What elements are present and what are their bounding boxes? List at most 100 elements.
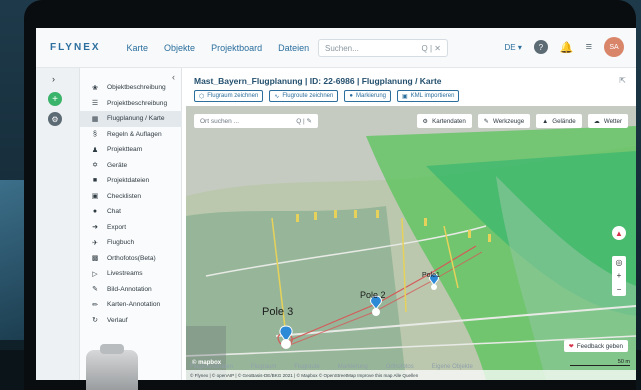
zoom-out-icon[interactable]: − — [617, 285, 622, 294]
import-icon: ▣ — [402, 93, 408, 100]
zoom-control[interactable]: ◎ + − — [612, 256, 626, 296]
button-label: Kartendaten — [432, 117, 466, 125]
top-right-actions: DE ▾ ? 🔔 ≡ SA — [505, 37, 624, 57]
left-rail: › + ⚙ — [36, 68, 80, 380]
map-attribution[interactable]: © Flynex | © openAIP | © GeoBasis-DE/BKG… — [186, 370, 636, 380]
history-icon: ↻ — [92, 317, 98, 325]
map-layers — [186, 106, 636, 380]
sidebar-item-bild-annotation[interactable]: ✎ Bild-Annotation — [80, 282, 182, 298]
sidebar-item-orthofotos[interactable]: ▩ Orthofotos(Beta) — [80, 251, 182, 267]
image-annotation-icon: ✎ — [92, 286, 98, 294]
expand-icon[interactable]: ⇱ — [619, 76, 626, 85]
sidebar-item-projektdateien[interactable]: ■ Projektdateien — [80, 173, 182, 189]
compass-icon[interactable]: ▲ — [612, 226, 626, 240]
tab-flugraum[interactable]: Flugraum — [251, 364, 276, 370]
sidebar-item-flugplanung[interactable]: ▦ Flugplanung / Karte — [80, 111, 182, 127]
polygon-icon: ⬡ — [199, 93, 205, 100]
import-kml-button[interactable]: ▣ KML importieren — [397, 90, 460, 102]
nav-link-objekte[interactable]: Objekte — [164, 43, 195, 53]
app-logo[interactable]: FLYNEX — [50, 42, 101, 53]
map-toolbar: ⬡ Flugraum zeichnen ∿ Flugroute zeichnen ●… — [194, 90, 460, 102]
sidebar-item-projektbeschreibung[interactable]: ☰ Projektbeschreibung — [80, 96, 182, 112]
tab-markierung[interactable]: Markierung — [338, 364, 368, 370]
chevron-right-icon[interactable]: › — [52, 74, 55, 84]
search-icon[interactable]: Q | ✕ — [422, 44, 441, 53]
nav-link-projektboard[interactable]: Projektboard — [211, 43, 262, 53]
sidebar-item-label: Flugplanung / Karte — [107, 115, 165, 123]
sidebar-item-label: Flugbuch — [107, 239, 135, 247]
gear-icon[interactable]: ⚙ — [48, 112, 62, 126]
pin-icon: ● — [349, 93, 353, 99]
search-icon[interactable]: Q | ✎ — [296, 117, 312, 125]
language-select[interactable]: DE ▾ — [505, 43, 522, 52]
sidebar-item-projektteam[interactable]: ♟ Projektteam — [80, 142, 182, 158]
map-control-buttons: ⚙ Kartendaten ✎ Werkzeuge ▲ Gelände ☁ Wetter — [416, 114, 628, 128]
feedback-button[interactable]: ❤ Feedback geben — [563, 340, 628, 352]
sidebar-item-verlauf[interactable]: ↻ Verlauf — [80, 313, 182, 329]
sidebar-item-karten-annotation[interactable]: ✏ Karten-Annotation — [80, 297, 182, 313]
sidebar-item-label: Verlauf — [107, 316, 128, 324]
add-icon[interactable]: + — [48, 92, 62, 106]
map-data-button[interactable]: ⚙ Kartendaten — [416, 114, 472, 128]
pole-1-label[interactable]: Pole1 — [422, 272, 440, 279]
map-canvas[interactable]: Ort suchen ... Q | ✎ ⚙ Kartendaten ✎ Werkz… — [186, 106, 636, 380]
sidebar-item-label: Karten-Annotation — [107, 301, 161, 309]
drone-icon: ✡ — [92, 162, 98, 170]
tab-flugroute[interactable]: Flugroute — [294, 364, 319, 370]
bell-icon[interactable]: 🔔 — [560, 41, 574, 54]
zoom-in-icon[interactable]: + — [617, 271, 622, 280]
nav-link-dateien[interactable]: Dateien — [278, 43, 309, 53]
place-search-input[interactable]: Ort suchen ... Q | ✎ — [194, 114, 318, 128]
filter-icon[interactable]: ≡ — [586, 41, 592, 53]
sidebar-item-geraete[interactable]: ✡ Geräte — [80, 158, 182, 174]
sidebar-item-label: Projektdateien — [107, 177, 150, 185]
sidebar-item-label: Projektteam — [107, 146, 143, 154]
folder-icon: ■ — [92, 177, 98, 185]
sidebar-item-chat[interactable]: ● Chat — [80, 204, 182, 220]
tools-button[interactable]: ✎ Werkzeuge — [477, 114, 531, 128]
stream-icon: ▷ — [92, 270, 98, 278]
clipboard-icon: ▣ — [91, 193, 99, 201]
paragraph-icon: § — [93, 130, 97, 138]
sidebar-item-label: Orthofotos(Beta) — [107, 254, 156, 262]
sidebar-item-checklisten[interactable]: ▣ Checklisten — [80, 189, 182, 205]
help-icon[interactable]: ? — [533, 40, 548, 54]
sidebar-item-label: Projektbeschreibung — [107, 99, 168, 107]
sidebar-item-label: Checklisten — [107, 192, 142, 200]
nav-link-karte[interactable]: Karte — [127, 43, 149, 53]
map-icon: ▦ — [91, 115, 99, 123]
sidebar-item-export[interactable]: ➜ Export — [80, 220, 182, 236]
pencil-icon: ✎ — [483, 117, 489, 125]
heart-icon: ❤ — [568, 342, 574, 350]
pole-3-label[interactable]: Pole 3 — [262, 306, 293, 318]
draw-flight-route-button[interactable]: ∿ Flugroute zeichnen — [269, 90, 339, 102]
sidebar-item-objektbeschreibung[interactable]: ❀ Objektbeschreibung — [80, 80, 182, 96]
button-label: Markierung — [355, 93, 386, 99]
button-label: Gelände — [552, 117, 576, 125]
tab-eigene-objekte[interactable]: Eigene Objekte — [432, 364, 473, 370]
sidebar-item-label: Objektbeschreibung — [107, 84, 166, 92]
button-label: Flugroute zeichnen — [282, 93, 334, 99]
draw-flight-area-button[interactable]: ⬡ Flugraum zeichnen — [194, 90, 264, 102]
search-placeholder: Suchen... — [325, 43, 359, 53]
gear-icon: ⚙ — [422, 117, 429, 125]
avatar[interactable]: SA — [604, 37, 624, 57]
tab-orthofotos[interactable]: Orthofotos — [386, 364, 414, 370]
button-label: KML importieren — [410, 93, 455, 99]
weather-button[interactable]: ☁ Wetter — [587, 114, 628, 128]
global-search-input[interactable]: Suchen... Q | ✕ — [318, 39, 448, 57]
pole-2-label[interactable]: Pole 2 — [360, 290, 386, 300]
add-marker-button[interactable]: ● Markierung — [344, 90, 391, 102]
sidebar-item-regeln[interactable]: § Regeln & Auflagen — [80, 127, 182, 143]
sidebar-item-livestreams[interactable]: ▷ Livestreams — [80, 266, 182, 282]
locate-icon[interactable]: ◎ — [616, 258, 623, 267]
place-search-placeholder: Ort suchen ... — [200, 117, 240, 125]
sidebar-item-flugbuch[interactable]: ✈ Flugbuch — [80, 235, 182, 251]
sidebar-list: ❀ Objektbeschreibung ☰ Projektbeschreibung… — [80, 80, 182, 328]
tab-flugkoordinaten[interactable]: Flugkoordinaten — [190, 364, 233, 370]
button-label: Flugraum zeichnen — [207, 93, 259, 99]
feedback-label: Feedback geben — [576, 342, 623, 350]
terrain-button[interactable]: ▲ Gelände — [536, 114, 582, 128]
bottom-tab-strip: Flugkoordinaten Flugraum Flugroute Marki… — [190, 364, 473, 370]
list-icon: ☰ — [91, 100, 99, 108]
